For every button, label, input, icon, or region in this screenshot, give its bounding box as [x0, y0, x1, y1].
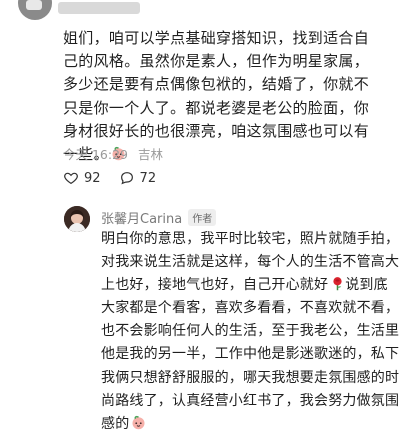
- reply-count: 72: [139, 170, 157, 186]
- red-rose-emoji-icon: [333, 277, 342, 291]
- author-avatar[interactable]: [64, 206, 90, 232]
- reply-text-part-2: 说到底大家都是个看客，喜欢多看看，不喜欢就不看，也不会影响任何人的生活，至于我老…: [101, 277, 400, 432]
- commenter-name-redacted[interactable]: [58, 2, 140, 14]
- reply-button[interactable]: 72: [119, 170, 157, 186]
- heart-outline-icon: [64, 172, 78, 185]
- commenter-avatar[interactable]: [18, 0, 52, 20]
- author-badge: 作者: [188, 209, 217, 226]
- comment-date: 今天 16:29: [63, 147, 128, 162]
- reply-text: 明白你的意思，我平时比较宅，照片就随手拍，对我来说生活就是这样，每个人的生活不管…: [101, 228, 401, 436]
- like-button[interactable]: 92: [63, 170, 101, 186]
- speech-bubble-icon: [120, 172, 133, 185]
- comment-meta: 今天 16:29 吉林: [63, 144, 163, 163]
- author-name[interactable]: 张馨月Carina: [101, 208, 182, 227]
- reply-header: 张馨月Carina 作者: [101, 208, 217, 227]
- peach-face-emoji-icon: [132, 415, 145, 429]
- comment-actions: 92 72: [63, 170, 174, 186]
- author-avatar-image: [64, 206, 90, 232]
- like-count: 92: [84, 170, 101, 186]
- comment-location: 吉林: [138, 147, 164, 162]
- comment-body: 姐们，咱可以学点基础穿搭知识，找到适合自己的风格。虽然你是素人，但作为明星家属，…: [63, 29, 370, 164]
